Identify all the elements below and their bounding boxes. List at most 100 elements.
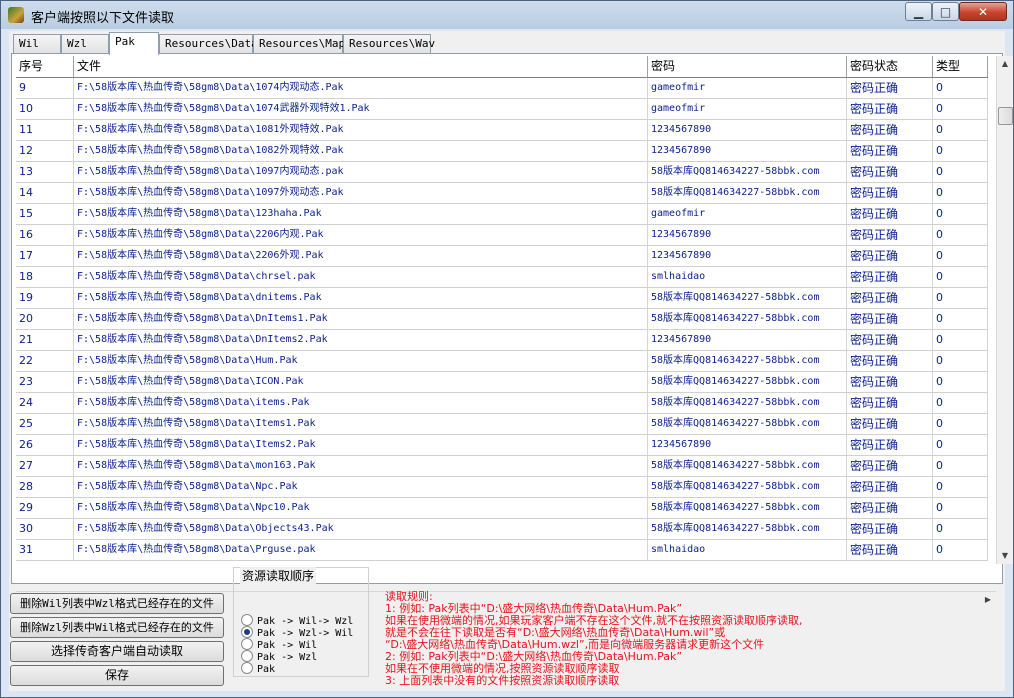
cell-password[interactable]: gameofmir: [648, 204, 847, 224]
cell-password[interactable]: 1234567890: [648, 246, 847, 266]
cell-index[interactable]: 30: [16, 519, 74, 539]
cell-index[interactable]: 18: [16, 267, 74, 287]
cell-file[interactable]: F:\58版本库\热血传奇\58gm8\Data\1097外观动态.Pak: [74, 183, 648, 203]
cell-type[interactable]: 0: [933, 225, 988, 245]
cell-index[interactable]: 22: [16, 351, 74, 371]
header-index[interactable]: 序号: [16, 56, 74, 77]
cell-index[interactable]: 27: [16, 456, 74, 476]
table-row[interactable]: 31 F:\58版本库\热血传奇\58gm8\Data\Prguse.pak sml…: [16, 540, 988, 561]
cell-type[interactable]: 0: [933, 309, 988, 329]
table-row[interactable]: 21 F:\58版本库\热血传奇\58gm8\Data\DnItems2.Pak 1…: [16, 330, 988, 351]
cell-type[interactable]: 0: [933, 267, 988, 287]
cell-password-status[interactable]: 密码正确: [847, 225, 933, 245]
table-row[interactable]: 30 F:\58版本库\热血传奇\58gm8\Data\Objects43.Pak…: [16, 519, 988, 540]
tab-resources-data[interactable]: Resources\Data: [159, 34, 258, 53]
cell-type[interactable]: 0: [933, 372, 988, 392]
cell-password[interactable]: 58版本库QQ814634227-58bbk.com: [648, 498, 847, 518]
auto-read-client-button[interactable]: 选择传奇客户端自动读取: [10, 641, 224, 662]
cell-index[interactable]: 23: [16, 372, 74, 392]
cell-type[interactable]: 0: [933, 120, 988, 140]
cell-password-status[interactable]: 密码正确: [847, 435, 933, 455]
header-password[interactable]: 密码: [648, 56, 847, 77]
cell-type[interactable]: 0: [933, 435, 988, 455]
cell-password-status[interactable]: 密码正确: [847, 519, 933, 539]
cell-password[interactable]: 58版本库QQ814634227-58bbk.com: [648, 519, 847, 539]
cell-password-status[interactable]: 密码正确: [847, 267, 933, 287]
cell-password-status[interactable]: 密码正确: [847, 540, 933, 560]
cell-password[interactable]: gameofmir: [648, 99, 847, 119]
tab-pak[interactable]: Pak: [109, 32, 159, 55]
cell-password-status[interactable]: 密码正确: [847, 351, 933, 371]
header-password-status[interactable]: 密码状态: [847, 56, 933, 77]
cell-file[interactable]: F:\58版本库\热血传奇\58gm8\Data\Npc.Pak: [74, 477, 648, 497]
cell-type[interactable]: 0: [933, 519, 988, 539]
table-row[interactable]: 26 F:\58版本库\热血传奇\58gm8\Data\Items2.Pak 123…: [16, 435, 988, 456]
cell-type[interactable]: 0: [933, 393, 988, 413]
table-row[interactable]: 27 F:\58版本库\热血传奇\58gm8\Data\mon163.Pak 58版…: [16, 456, 988, 477]
table-row[interactable]: 12 F:\58版本库\热血传奇\58gm8\Data\1082外观特效.Pak 1…: [16, 141, 988, 162]
radio-icon[interactable]: [241, 638, 253, 650]
cell-password[interactable]: 1234567890: [648, 435, 847, 455]
cell-password[interactable]: 58版本库QQ814634227-58bbk.com: [648, 351, 847, 371]
cell-type[interactable]: 0: [933, 183, 988, 203]
radio-icon[interactable]: [241, 614, 253, 626]
table-row[interactable]: 18 F:\58版本库\热血传奇\58gm8\Data\chrsel.pak sml…: [16, 267, 988, 288]
cell-type[interactable]: 0: [933, 78, 988, 98]
radio-icon[interactable]: [241, 662, 253, 674]
cell-password-status[interactable]: 密码正确: [847, 78, 933, 98]
cell-password-status[interactable]: 密码正确: [847, 141, 933, 161]
cell-index[interactable]: 25: [16, 414, 74, 434]
cell-file[interactable]: F:\58版本库\热血传奇\58gm8\Data\1081外观特效.Pak: [74, 120, 648, 140]
cell-password-status[interactable]: 密码正确: [847, 309, 933, 329]
table-row[interactable]: 14 F:\58版本库\热血传奇\58gm8\Data\1097外观动态.Pak 5…: [16, 183, 988, 204]
cell-password-status[interactable]: 密码正确: [847, 99, 933, 119]
header-type[interactable]: 类型: [933, 56, 988, 77]
cell-password[interactable]: 1234567890: [648, 225, 847, 245]
cell-password-status[interactable]: 密码正确: [847, 204, 933, 224]
cell-file[interactable]: F:\58版本库\热血传奇\58gm8\Data\Items1.Pak: [74, 414, 648, 434]
table-row[interactable]: 16 F:\58版本库\热血传奇\58gm8\Data\2206内观.Pak 123…: [16, 225, 988, 246]
table-row[interactable]: 23 F:\58版本库\热血传奇\58gm8\Data\ICON.Pak 58版本库…: [16, 372, 988, 393]
cell-password[interactable]: 58版本库QQ814634227-58bbk.com: [648, 372, 847, 392]
cell-index[interactable]: 9: [16, 78, 74, 98]
table-row[interactable]: 9 F:\58版本库\热血传奇\58gm8\Data\1074内观动态.Pak ga…: [16, 78, 988, 99]
cell-file[interactable]: F:\58版本库\热血传奇\58gm8\Data\Npc10.Pak: [74, 498, 648, 518]
cell-type[interactable]: 0: [933, 246, 988, 266]
cell-index[interactable]: 13: [16, 162, 74, 182]
cell-type[interactable]: 0: [933, 204, 988, 224]
delete-wil-duplicates-button[interactable]: 删除Wil列表中Wzl格式已经存在的文件: [10, 593, 224, 614]
cell-file[interactable]: F:\58版本库\热血传奇\58gm8\Data\mon163.Pak: [74, 456, 648, 476]
vertical-scrollbar[interactable]: ▲ ▼: [996, 56, 1013, 564]
table-row[interactable]: 17 F:\58版本库\热血传奇\58gm8\Data\2206外观.Pak 123…: [16, 246, 988, 267]
cell-type[interactable]: 0: [933, 162, 988, 182]
cell-file[interactable]: F:\58版本库\热血传奇\58gm8\Data\Prguse.pak: [74, 540, 648, 560]
cell-index[interactable]: 11: [16, 120, 74, 140]
cell-password-status[interactable]: 密码正确: [847, 414, 933, 434]
cell-file[interactable]: F:\58版本库\热血传奇\58gm8\Data\Hum.Pak: [74, 351, 648, 371]
cell-password[interactable]: 58版本库QQ814634227-58bbk.com: [648, 162, 847, 182]
tab-wzl[interactable]: Wzl: [61, 34, 109, 53]
cell-type[interactable]: 0: [933, 477, 988, 497]
header-file[interactable]: 文件: [74, 56, 648, 77]
cell-file[interactable]: F:\58版本库\热血传奇\58gm8\Data\ICON.Pak: [74, 372, 648, 392]
radio-icon[interactable]: [241, 650, 253, 662]
cell-type[interactable]: 0: [933, 351, 988, 371]
cell-type[interactable]: 0: [933, 330, 988, 350]
cell-file[interactable]: F:\58版本库\热血传奇\58gm8\Data\chrsel.pak: [74, 267, 648, 287]
cell-password-status[interactable]: 密码正确: [847, 477, 933, 497]
read-order-option[interactable]: Pak: [241, 662, 275, 676]
cell-file[interactable]: F:\58版本库\热血传奇\58gm8\Data\2206外观.Pak: [74, 246, 648, 266]
title-bar[interactable]: 客户端按照以下文件读取 ▁ □ ✕: [1, 1, 1013, 29]
cell-password[interactable]: 58版本库QQ814634227-58bbk.com: [648, 414, 847, 434]
cell-password-status[interactable]: 密码正确: [847, 393, 933, 413]
table-row[interactable]: 15 F:\58版本库\热血传奇\58gm8\Data\123haha.Pak ga…: [16, 204, 988, 225]
cell-type[interactable]: 0: [933, 414, 988, 434]
cell-password-status[interactable]: 密码正确: [847, 498, 933, 518]
cell-type[interactable]: 0: [933, 498, 988, 518]
table-row[interactable]: 22 F:\58版本库\热血传奇\58gm8\Data\Hum.Pak 58版本库Q…: [16, 351, 988, 372]
cell-password[interactable]: smlhaidao: [648, 540, 847, 560]
tab-resources-wav[interactable]: Resources\Wav: [343, 34, 435, 53]
cell-password[interactable]: 1234567890: [648, 120, 847, 140]
table-row[interactable]: 11 F:\58版本库\热血传奇\58gm8\Data\1081外观特效.Pak 1…: [16, 120, 988, 141]
cell-index[interactable]: 24: [16, 393, 74, 413]
